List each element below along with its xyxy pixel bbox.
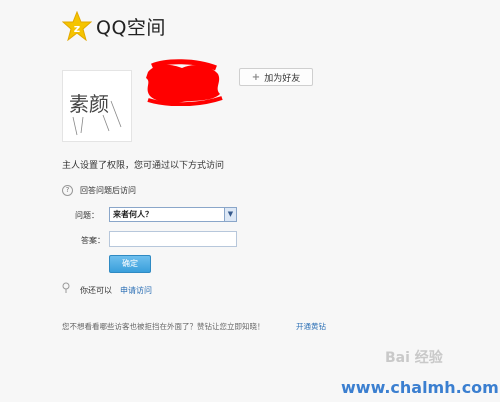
question-icon: ? xyxy=(62,185,73,196)
access-notice: 主人设置了权限，您可通过以下方式访问 xyxy=(62,161,225,171)
add-friend-label: 加为好友 xyxy=(264,73,301,84)
question-select-value: 来者何人？ xyxy=(113,210,153,219)
redaction-scribble xyxy=(146,59,223,106)
alt-access-text: 你还可以 xyxy=(80,286,112,295)
open-vip-link[interactable]: 开通黄钻 xyxy=(296,321,326,332)
svg-text:z: z xyxy=(74,22,80,35)
footer-promo-text: 您不想看看哪些访客也被拒挡在外面了？赞钻让您立即知晓！ xyxy=(62,322,265,331)
qzone-star-logo-icon: z xyxy=(62,11,92,41)
qa-access-title: 回答问题后访问 xyxy=(80,186,136,195)
question-label: 问题： xyxy=(75,211,99,220)
answer-label: 答案： xyxy=(81,236,105,245)
answer-input[interactable] xyxy=(109,231,237,247)
question-select[interactable]: 来者何人？ ▼ xyxy=(109,207,237,222)
site-watermark: www.chalmh.com xyxy=(341,378,499,397)
avatar[interactable]: 素颜 xyxy=(62,70,132,142)
add-friend-button[interactable]: + 加为好友 xyxy=(239,68,313,86)
lightbulb-icon xyxy=(62,282,70,293)
apply-access-link[interactable]: 申请访问 xyxy=(120,285,152,296)
avatar-text: 素颜 xyxy=(69,92,109,116)
avatar-calligraphy-image: 素颜 xyxy=(69,92,122,136)
baidu-watermark: Bai 经验 xyxy=(385,350,443,366)
chevron-down-icon[interactable]: ▼ xyxy=(224,208,236,221)
logo-text: QQ空间 xyxy=(96,17,166,39)
confirm-button[interactable]: 确定 xyxy=(109,255,151,273)
plus-icon: + xyxy=(251,71,261,83)
